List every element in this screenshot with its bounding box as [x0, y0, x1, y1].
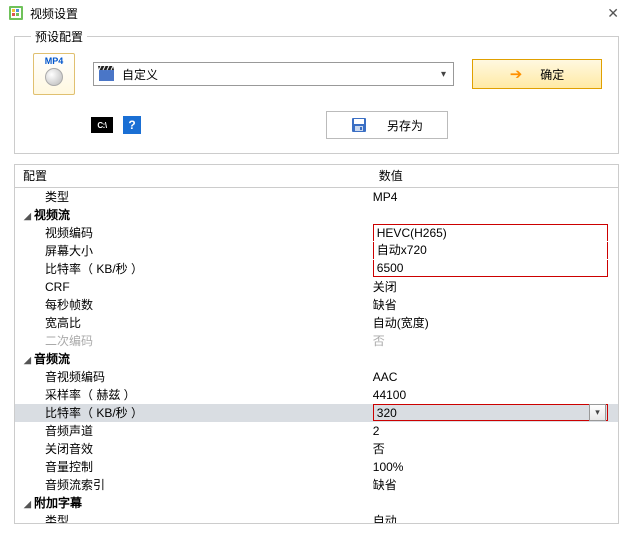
grid-row[interactable]: 类型自动: [15, 512, 618, 525]
grid-row[interactable]: 比特率（ KB/秒 ）6500: [15, 260, 618, 278]
title-bar: 视频设置 ✕: [0, 0, 633, 26]
preset-row-1: MP4 自定义 ▾ ➔ 确定: [27, 53, 606, 95]
grid-group[interactable]: ◢附加字幕: [15, 494, 618, 512]
grid-row-label: 比特率（ KB/秒 ）: [15, 260, 371, 278]
grid-row-label: 类型: [15, 188, 371, 206]
grid-row[interactable]: 音频流索引缺省: [15, 476, 618, 494]
preset-combobox[interactable]: 自定义 ▾: [93, 62, 454, 86]
grid-row-label: CRF: [15, 278, 371, 296]
grid-row-value[interactable]: 100%: [371, 458, 618, 476]
preset-row-2: C:\ ? 另存为: [27, 111, 606, 139]
grid-row[interactable]: CRF关闭: [15, 278, 618, 296]
grid-row-value[interactable]: 自动: [371, 512, 618, 525]
grid-row[interactable]: 宽高比自动(宽度): [15, 314, 618, 332]
grid-row-value[interactable]: HEVC(H265): [371, 224, 618, 242]
grid-group[interactable]: ◢视频流: [15, 206, 618, 224]
grid-row-value[interactable]: 缺省: [371, 476, 618, 494]
grid-row[interactable]: 二次编码否: [15, 332, 618, 350]
grid-row-label: 每秒帧数: [15, 296, 371, 314]
grid-row-value[interactable]: 2: [371, 422, 618, 440]
grid-row-label: 屏幕大小: [15, 242, 371, 260]
grid-header: 配置 数值: [15, 165, 618, 188]
grid-row[interactable]: 类型MP4: [15, 188, 618, 206]
grid-row[interactable]: 屏幕大小自动x720: [15, 242, 618, 260]
console-icon[interactable]: C:\: [91, 117, 113, 133]
grid-row[interactable]: 音视频编码AAC: [15, 368, 618, 386]
preset-legend: 预设配置: [31, 28, 87, 45]
grid-row-label: 采样率（ 赫兹 ）: [15, 386, 371, 404]
grid-row-label: 宽高比: [15, 314, 371, 332]
grid-row[interactable]: 采样率（ 赫兹 ）44100: [15, 386, 618, 404]
grid-row[interactable]: 音量控制100%: [15, 458, 618, 476]
grid-row-label: 音频流索引: [15, 476, 371, 494]
grid-row-value[interactable]: 自动(宽度): [371, 314, 618, 332]
grid-row-label: 关闭音效: [15, 440, 371, 458]
grid-row[interactable]: 关闭音效否: [15, 440, 618, 458]
grid-row-label: 比特率（ KB/秒 ）: [15, 404, 371, 422]
grid-row[interactable]: 音频声道2: [15, 422, 618, 440]
grid-row-value[interactable]: 44100: [371, 386, 618, 404]
group-label: 附加字幕: [34, 496, 82, 510]
grid-row-value[interactable]: MP4: [371, 188, 618, 206]
window-title: 视频设置: [30, 5, 78, 22]
grid-row-value[interactable]: 否: [371, 440, 618, 458]
grid-row-label: 音量控制: [15, 458, 371, 476]
collapse-icon: ◢: [24, 355, 34, 366]
chevron-down-icon: ▾: [438, 69, 449, 80]
grid-row-label: 音视频编码: [15, 368, 371, 386]
format-mp4-icon: MP4: [33, 53, 75, 95]
collapse-icon: ◢: [24, 211, 34, 222]
grid-row[interactable]: 每秒帧数缺省: [15, 296, 618, 314]
grid-row-value[interactable]: 否: [371, 332, 618, 350]
grid-row-label: 视频编码: [15, 224, 371, 242]
help-icon[interactable]: ?: [123, 116, 141, 134]
app-icon: [8, 5, 24, 21]
grid-row-value[interactable]: 关闭: [371, 278, 618, 296]
save-as-button[interactable]: 另存为: [326, 111, 448, 139]
clapper-icon: [98, 65, 116, 83]
disc-icon: [45, 68, 63, 86]
preset-combobox-value: 自定义: [122, 66, 438, 83]
grid-row[interactable]: 视频编码HEVC(H265): [15, 224, 618, 242]
ok-button-label: 确定: [540, 66, 564, 83]
grid-row-value[interactable]: 320▾: [371, 404, 618, 422]
grid-group[interactable]: ◢音频流: [15, 350, 618, 368]
grid-header-val: 数值: [371, 165, 618, 188]
grid-row-value[interactable]: AAC: [371, 368, 618, 386]
grid-row-label: 音频声道: [15, 422, 371, 440]
save-as-label: 另存为: [387, 117, 423, 134]
grid-row-label: 二次编码: [15, 332, 371, 350]
grid-row-label: 类型: [15, 512, 371, 525]
format-label: MP4: [45, 56, 64, 66]
property-grid[interactable]: 配置 数值 类型MP4◢视频流视频编码HEVC(H265)屏幕大小自动x720比…: [14, 164, 619, 524]
close-icon[interactable]: ✕: [601, 5, 625, 22]
grid-row-value[interactable]: 6500: [371, 260, 618, 278]
collapse-icon: ◢: [24, 499, 34, 510]
preset-group: 预设配置 MP4 自定义 ▾ ➔ 确定: [14, 28, 619, 154]
grid-row-value[interactable]: 自动x720: [371, 242, 618, 260]
grid-row-value[interactable]: 缺省: [371, 296, 618, 314]
grid-header-key: 配置: [15, 165, 371, 188]
grid-row[interactable]: 比特率（ KB/秒 ）320▾: [15, 404, 618, 422]
group-label: 音频流: [34, 352, 70, 366]
arrow-right-icon: ➔: [510, 65, 523, 83]
ok-button[interactable]: ➔ 确定: [472, 59, 602, 89]
floppy-icon: [351, 117, 367, 133]
group-label: 视频流: [34, 208, 70, 222]
dropdown-button[interactable]: ▾: [589, 404, 606, 421]
